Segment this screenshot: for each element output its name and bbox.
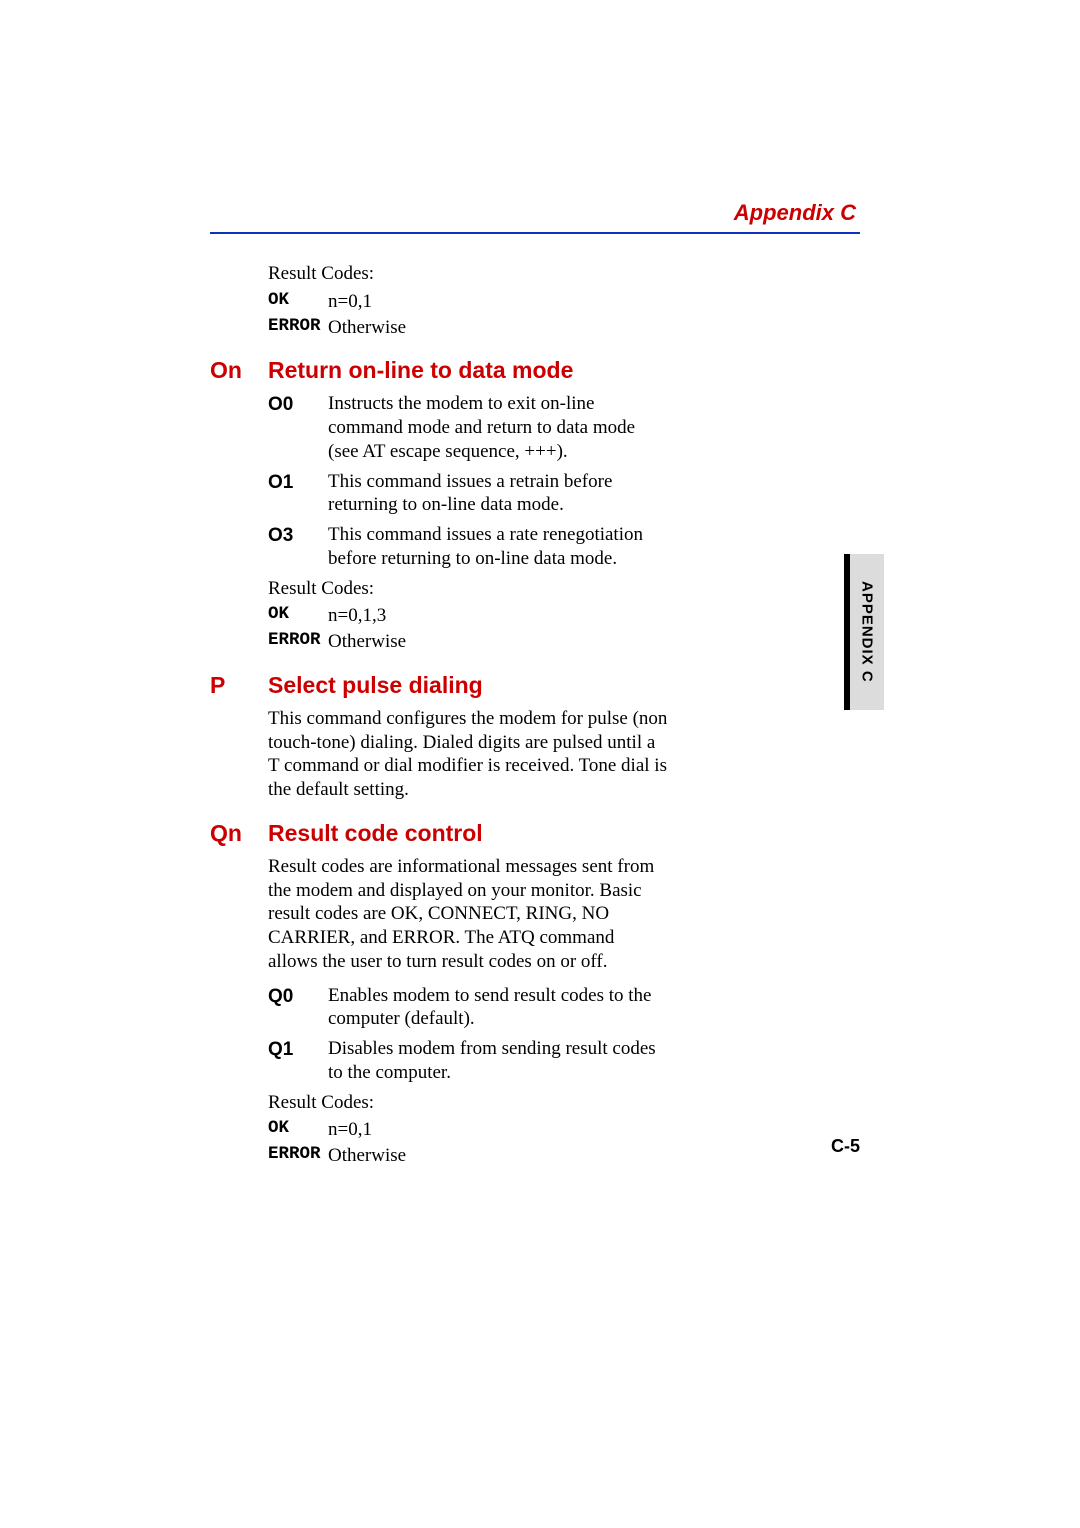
def-text: This command issues a retrain before ret… (328, 470, 668, 518)
def-key-o3: O3 (268, 523, 328, 571)
code-row: OK n=0,1 (268, 290, 668, 314)
code-val: n=0,1 (328, 1118, 372, 1142)
result-codes-label: Result Codes: (268, 577, 668, 601)
def-key-q0: Q0 (268, 984, 328, 1032)
side-tab-label: APPENDIX C (859, 581, 876, 683)
paragraph: Result codes are informational messages … (268, 855, 668, 974)
def-text: Disables modem from sending result codes… (328, 1037, 668, 1085)
def-key-o0: O0 (268, 392, 328, 463)
page: Appendix C Result Codes: OK n=0,1 ERROR … (0, 0, 1080, 1528)
code-val: n=0,1,3 (328, 604, 386, 628)
code-row: OK n=0,1 (268, 1118, 668, 1142)
code-row: ERROR Otherwise (268, 630, 668, 654)
section-key: On (210, 357, 268, 384)
side-tab-appendix: APPENDIX C (850, 554, 884, 710)
def-text: This command issues a rate renegotiation… (328, 523, 668, 571)
def-row: Q0 Enables modem to send result codes to… (268, 984, 668, 1032)
section-key: P (210, 672, 268, 699)
code-key-ok: OK (268, 1118, 328, 1142)
code-val: Otherwise (328, 630, 406, 654)
section-heading-p: P Select pulse dialing (210, 672, 860, 699)
code-row: OK n=0,1,3 (268, 604, 668, 628)
def-row: O1 This command issues a retrain before … (268, 470, 668, 518)
def-key-o1: O1 (268, 470, 328, 518)
code-val: Otherwise (328, 1144, 406, 1168)
code-key-error: ERROR (268, 316, 328, 340)
def-row: Q1 Disables modem from sending result co… (268, 1037, 668, 1085)
section-heading-on: On Return on-line to data mode (210, 357, 860, 384)
section-body-on: O0 Instructs the modem to exit on-line c… (268, 392, 668, 654)
pre-section: Result Codes: OK n=0,1 ERROR Otherwise (268, 262, 668, 339)
code-row: ERROR Otherwise (268, 1144, 668, 1168)
code-key-ok: OK (268, 604, 328, 628)
header-rule (210, 232, 860, 234)
def-row: O0 Instructs the modem to exit on-line c… (268, 392, 668, 463)
result-codes-label: Result Codes: (268, 1091, 668, 1115)
def-key-q1: Q1 (268, 1037, 328, 1085)
section-key: Qn (210, 820, 268, 847)
section-title: Select pulse dialing (268, 672, 483, 699)
code-val: Otherwise (328, 316, 406, 340)
section-title: Result code control (268, 820, 483, 847)
header-appendix-title: Appendix C (210, 200, 860, 226)
code-key-ok: OK (268, 290, 328, 314)
section-title: Return on-line to data mode (268, 357, 573, 384)
def-text: Enables modem to send result codes to th… (328, 984, 668, 1032)
section-body-p: This command configures the modem for pu… (268, 707, 668, 802)
def-text: Instructs the modem to exit on-line comm… (328, 392, 668, 463)
code-row: ERROR Otherwise (268, 316, 668, 340)
paragraph: This command configures the modem for pu… (268, 707, 668, 802)
section-heading-qn: Qn Result code control (210, 820, 860, 847)
page-number: C-5 (831, 1136, 860, 1157)
section-body-qn: Result codes are informational messages … (268, 855, 668, 1168)
def-row: O3 This command issues a rate renegotiat… (268, 523, 668, 571)
code-key-error: ERROR (268, 1144, 328, 1168)
result-codes-label: Result Codes: (268, 262, 668, 286)
code-val: n=0,1 (328, 290, 372, 314)
code-key-error: ERROR (268, 630, 328, 654)
side-tab-bar (844, 554, 850, 710)
